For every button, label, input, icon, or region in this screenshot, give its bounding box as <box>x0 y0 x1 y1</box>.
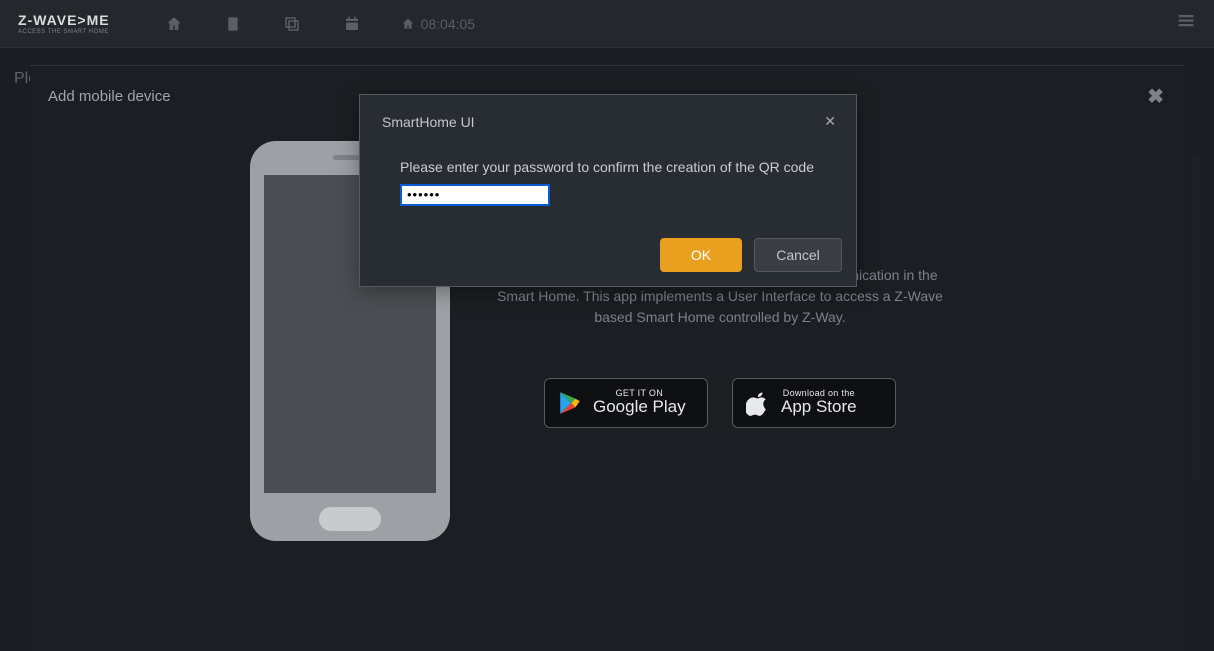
brand-logo[interactable]: Z-WAVE>ME ACCESS THE SMART HOME <box>18 13 110 35</box>
nav-icon-group <box>165 15 361 33</box>
app-store-badge[interactable]: Download on the App Store <box>732 378 896 428</box>
ok-button[interactable]: OK <box>660 238 742 272</box>
apple-icon <box>745 390 771 416</box>
background-scrollbar <box>1192 155 1200 480</box>
google-play-icon <box>557 390 583 416</box>
dialog-message: Please enter your password to confirm th… <box>400 158 816 178</box>
dialog-title: SmartHome UI <box>382 114 475 130</box>
modal-title: Add mobile device <box>48 88 171 105</box>
cancel-button[interactable]: Cancel <box>754 238 842 272</box>
clock-display: 08:04:05 <box>401 16 476 32</box>
google-play-badge[interactable]: GET IT ON Google Play <box>544 378 708 428</box>
app-store-line2: App Store <box>781 398 857 417</box>
home-icon[interactable] <box>165 15 183 33</box>
brand-sub: ACCESS THE SMART HOME <box>18 29 110 35</box>
password-input[interactable] <box>400 184 550 206</box>
brand-main: Z-WAVE>ME <box>18 12 110 28</box>
calendar-icon[interactable] <box>343 15 361 33</box>
dialog-close-icon[interactable]: ✕ <box>824 113 836 130</box>
building-icon[interactable] <box>225 15 241 33</box>
hamburger-menu-icon[interactable] <box>1176 12 1196 35</box>
copy-icon[interactable] <box>283 15 301 33</box>
clock-home-icon <box>401 17 415 31</box>
clock-text: 08:04:05 <box>421 16 476 32</box>
password-confirm-dialog: SmartHome UI ✕ Please enter your passwor… <box>359 94 857 287</box>
top-navbar: Z-WAVE>ME ACCESS THE SMART HOME 08:04:05 <box>0 0 1214 48</box>
google-play-line2: Google Play <box>593 398 686 417</box>
modal-close-icon[interactable]: ✖ <box>1147 84 1164 109</box>
